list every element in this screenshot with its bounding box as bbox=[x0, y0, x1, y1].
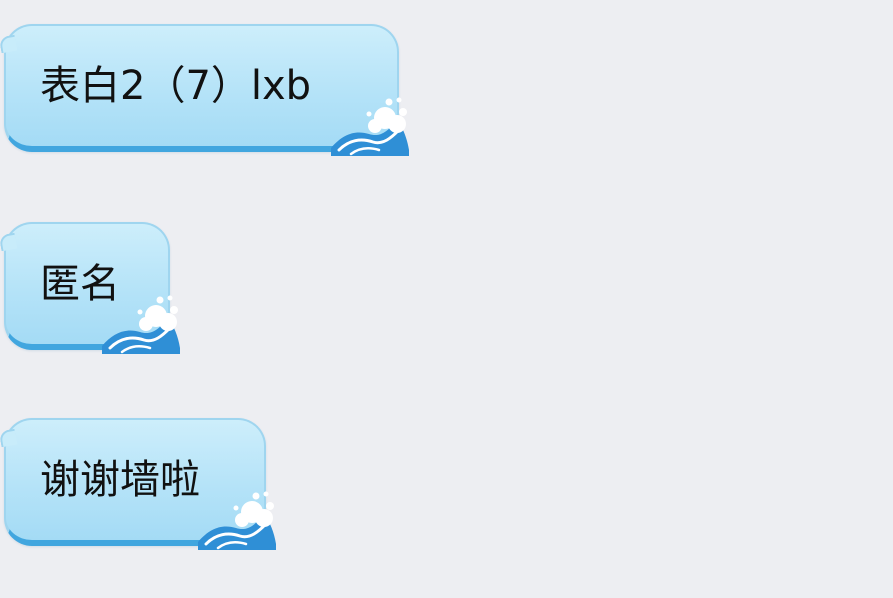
chat-area: 表白2（7）lxb 匿名 谢谢墙啦 bbox=[0, 0, 893, 598]
wave-icon bbox=[331, 97, 409, 156]
wave-icon bbox=[102, 295, 180, 354]
message-bubble[interactable]: 表白2（7）lxb bbox=[4, 24, 409, 156]
message-bubble[interactable]: 匿名 bbox=[4, 222, 180, 354]
message-text: 谢谢墙啦 bbox=[40, 457, 200, 503]
message-text: 表白2（7）lxb bbox=[40, 63, 312, 109]
wave-icon bbox=[198, 491, 276, 550]
message-bubble[interactable]: 谢谢墙啦 bbox=[4, 418, 276, 550]
